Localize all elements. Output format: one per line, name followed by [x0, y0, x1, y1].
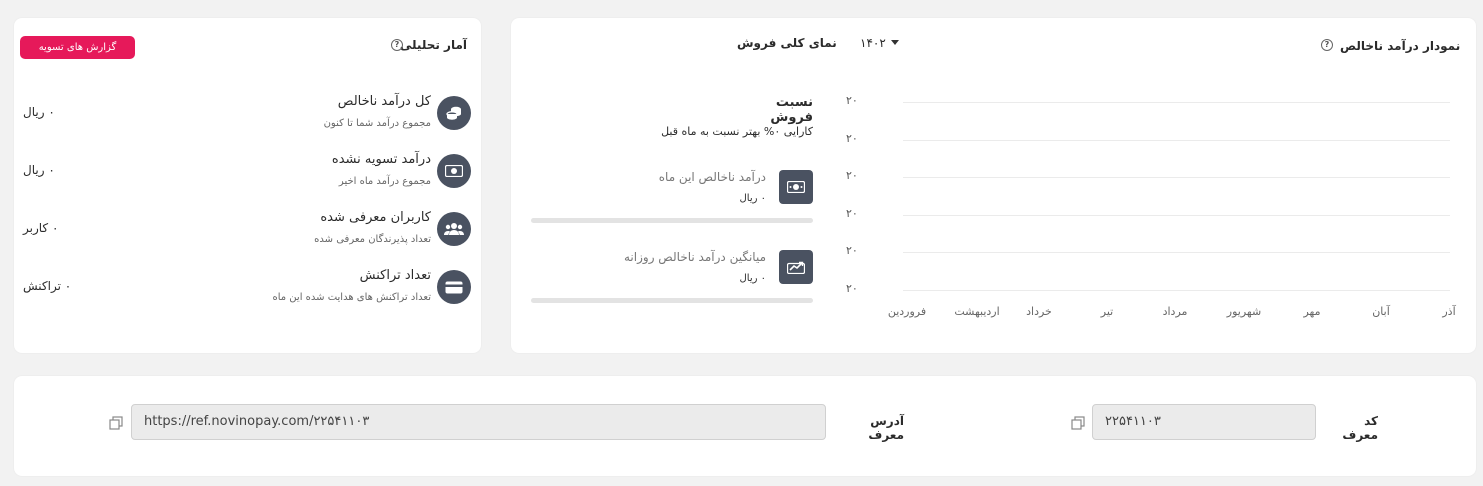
analytics-item-title: درآمد تسویه نشده — [331, 152, 431, 167]
sales-ratio-subtitle: کارایی ۰% بهتر نسبت به ماه قبل — [661, 125, 813, 138]
copy-icon[interactable] — [109, 416, 123, 430]
chart-help-icon[interactable]: ? — [1321, 39, 1333, 51]
x-tick-label: مهر — [1303, 305, 1321, 318]
analytics-item-title: تعداد تراکنش — [359, 268, 431, 283]
settlement-report-button[interactable]: گزارش های تسویه — [20, 36, 135, 59]
chart-gridline — [903, 214, 1450, 216]
chart-gridline — [903, 177, 1450, 178]
users-icon — [444, 222, 464, 236]
x-tick-label: شهریور — [1226, 305, 1262, 318]
x-tick-label: آذر — [1442, 305, 1456, 318]
stat-icon-box — [779, 250, 813, 284]
coins-icon-badge — [437, 96, 471, 130]
stat-progress-bar — [531, 218, 813, 223]
analytics-item-value: ۰ کاربر — [23, 221, 59, 235]
analytics-item-subtitle: مجموع درآمد شما تا کنون — [323, 118, 431, 129]
analytics-item-value: ۰ ریال — [23, 163, 55, 177]
analytics-item-subtitle: مجموع درآمد ماه اخیر — [338, 176, 431, 187]
sales-ratio-title: نسبت فروش — [770, 95, 813, 125]
cash-icon — [787, 181, 805, 193]
stat-label: میانگین درآمد ناخالص روزانه — [624, 250, 766, 264]
referral-address-label: آدرس معرف — [868, 414, 904, 442]
year-select-value: ۱۴۰۲ — [860, 36, 886, 50]
y-tick-label: ۲۰ — [846, 281, 858, 295]
analytics-item-value: ۰ تراکنش — [23, 279, 72, 293]
y-tick-label: ۲۰ — [846, 131, 858, 145]
referral-code-label: کد معرف — [1342, 414, 1378, 442]
stat-progress-bar — [531, 298, 813, 303]
year-select[interactable]: ۱۴۰۲ — [860, 36, 899, 50]
y-tick-label: ۲۰ — [846, 206, 858, 220]
y-tick-label: ۲۰ — [846, 244, 858, 257]
x-tick-label: فروردین — [887, 305, 927, 318]
sales-overview-title: نمای کلی فروش — [737, 36, 837, 50]
analytics-item-title: کاربران معرفی شده — [320, 210, 431, 225]
referral-address-field[interactable]: https://ref.novinopay.com/۲۲۵۴۱۱۰۳ — [131, 404, 826, 440]
stat-value: ۰ ریال — [739, 193, 766, 204]
trend-icon — [787, 261, 805, 274]
cash-icon-badge — [437, 154, 471, 188]
copy-icon[interactable] — [1071, 416, 1085, 430]
analytics-item-subtitle: تعداد پذیرندگان معرفی شده — [314, 234, 431, 245]
chart-gridline — [903, 139, 1450, 141]
analytics-item-value: ۰ ریال — [23, 105, 55, 119]
referral-code-field[interactable]: ۲۲۵۴۱۱۰۳ — [1092, 404, 1316, 440]
analytics-item-title: کل درآمد ناخالص — [337, 94, 431, 109]
chart-gridline — [903, 289, 1450, 291]
cash-icon — [445, 165, 463, 177]
analytics-title: آمار تحلیلی — [399, 38, 467, 52]
y-tick-label: ۲۰ — [846, 169, 858, 182]
stat-label: درآمد ناخالص این ماه — [658, 170, 766, 184]
x-tick-label: تیر — [1100, 305, 1114, 318]
analytics-help-icon[interactable]: ? — [391, 39, 403, 51]
users-icon-badge — [437, 212, 471, 246]
chevron-down-icon — [890, 39, 899, 45]
coins-icon — [445, 104, 463, 122]
x-tick-label: خرداد — [1026, 305, 1052, 318]
stat-value: ۰ ریال — [739, 273, 766, 284]
x-tick-label: مرداد — [1162, 305, 1188, 318]
x-tick-label: آبان — [1372, 305, 1390, 318]
chart-gridline — [903, 102, 1450, 103]
analytics-item-subtitle: تعداد تراکنش های هدایت شده این ماه — [272, 292, 431, 303]
chart-gridline — [903, 252, 1450, 253]
x-tick-label: اردیبهشت — [954, 305, 1000, 318]
card-icon — [445, 281, 463, 294]
chart-title: نمودار درآمد ناخالص — [1340, 39, 1461, 53]
analytics-card: آمار تحلیلی ? گزارش های تسویه کل درآمد ن… — [14, 18, 481, 353]
settlement-report-button-label: گزارش های تسویه — [38, 42, 117, 53]
stat-icon-box — [779, 170, 813, 204]
card-icon-badge — [437, 270, 471, 304]
y-tick-label: ۲۰ — [846, 94, 858, 107]
